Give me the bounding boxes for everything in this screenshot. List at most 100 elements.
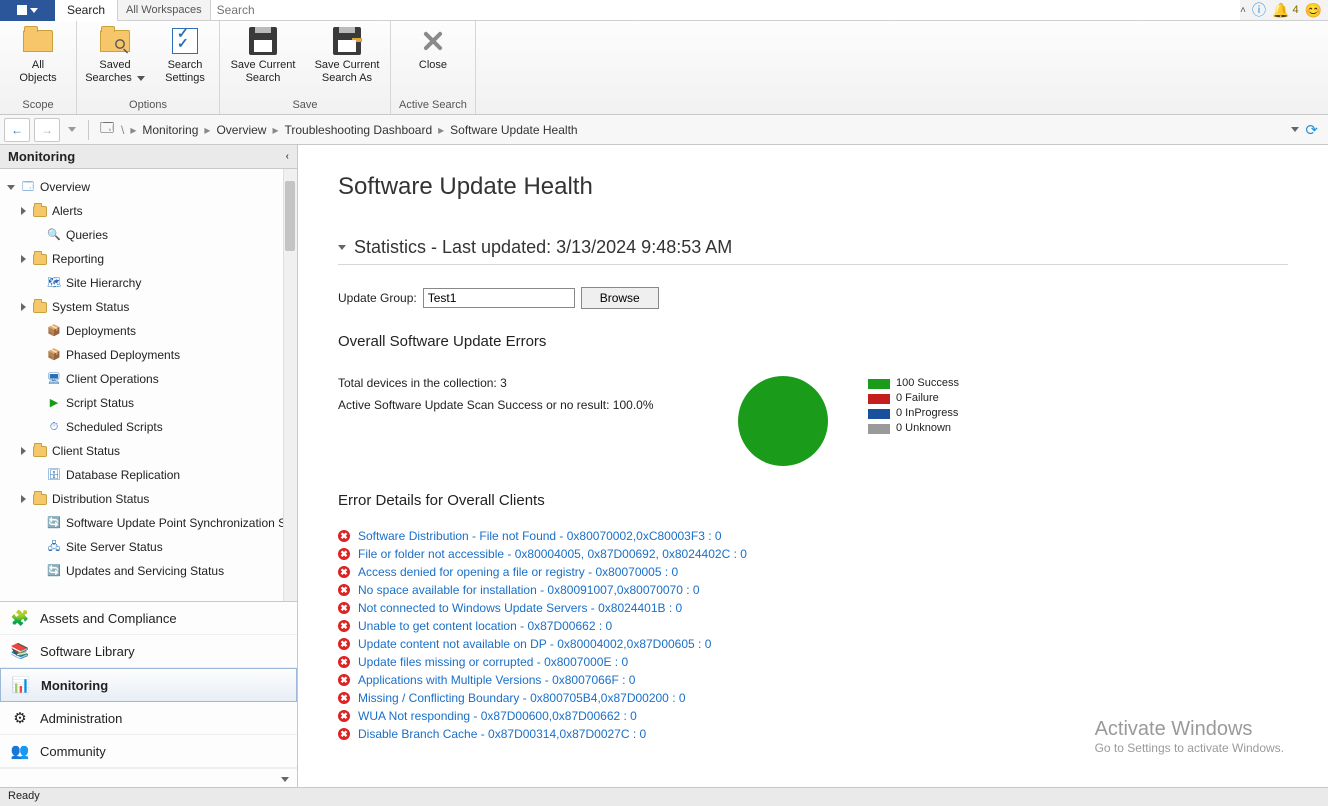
legend-swatch-failure [868,394,890,404]
tree-distribution-status[interactable]: Distribution Status [6,487,297,511]
tree-phased-deployments[interactable]: ▸📦Phased Deployments [6,343,297,367]
tree-alerts[interactable]: Alerts [6,199,297,223]
error-link[interactable]: Update content not available on DP - 0x8… [358,635,711,653]
history-dropdown[interactable] [68,127,76,132]
error-icon: ✖ [338,548,350,560]
saved-searches-button[interactable]: Saved Searches [85,25,145,85]
legend-swatch-unknown [868,424,890,434]
error-icon: ✖ [338,602,350,614]
nav-tree: 🗔Overview Alerts ▸🔍Queries Reporting ▸🗺S… [0,169,297,589]
app-icon [17,5,27,15]
app-menu-button[interactable] [0,0,55,21]
home-icon[interactable]: 🗔 [97,120,117,140]
ribbon-group-active-search: Close Active Search [391,21,476,114]
ribbon-group-label: Active Search [399,96,467,114]
workspace-community[interactable]: 👥Community [0,735,297,768]
pie-chart [738,376,828,466]
error-link[interactable]: Not connected to Windows Update Servers … [358,599,682,617]
sidebar: Monitoring ‹ 🗔Overview Alerts ▸🔍Queries … [0,145,298,787]
error-icon: ✖ [338,620,350,632]
forward-button[interactable]: → [34,118,60,142]
search-settings-button[interactable]: Search Settings [159,25,211,85]
update-group-input[interactable] [423,288,575,308]
breadcrumb-seg[interactable]: Software Update Health [450,123,577,137]
help-icon[interactable]: ⓘ [1252,0,1266,20]
tree-overview[interactable]: 🗔Overview [6,175,297,199]
error-link[interactable]: Access denied for opening a file or regi… [358,563,678,581]
error-link[interactable]: Update files missing or corrupted - 0x80… [358,653,628,671]
body: Monitoring ‹ 🗔Overview Alerts ▸🔍Queries … [0,145,1328,787]
scrollbar[interactable] [283,169,297,601]
error-icon: ✖ [338,674,350,686]
collapse-sidebar-button[interactable]: ‹ [286,151,289,162]
error-link[interactable]: WUA Not responding - 0x87D00600,0x87D006… [358,707,637,725]
total-devices-text: Total devices in the collection: 3 [338,376,698,390]
workspace-software-library[interactable]: 📚Software Library [0,635,297,668]
workspace-assets[interactable]: 🧩Assets and Compliance [0,602,297,635]
page-title: Software Update Health [338,173,1288,201]
workspace-switcher: 🧩Assets and Compliance 📚Software Library… [0,601,297,787]
breadcrumb-seg[interactable]: Overview [216,123,266,137]
error-link[interactable]: Applications with Multiple Versions - 0x… [358,671,635,689]
workspace-scope-label[interactable]: All Workspaces [118,0,211,21]
error-link[interactable]: Missing / Conflicting Boundary - 0x80070… [358,689,686,707]
tree-client-status[interactable]: Client Status [6,439,297,463]
all-objects-button[interactable]: All Objects [8,25,68,85]
global-search-input[interactable] [211,0,1241,20]
ribbon-label: Save Current Search [231,59,296,85]
tree-sup-sync[interactable]: ▸🔄Software Update Point Synchronization … [6,511,297,535]
error-link[interactable]: Software Distribution - File not Found -… [358,527,722,545]
workspace-overflow[interactable] [281,777,289,782]
error-link[interactable]: Disable Branch Cache - 0x87D00314,0x87D0… [358,725,646,743]
save-current-search-button[interactable]: Save Current Search [228,25,298,85]
tree-client-operations[interactable]: ▸🖥Client Operations [6,367,297,391]
scrollbar-thumb[interactable] [285,181,295,251]
error-row: ✖Software Distribution - File not Found … [338,527,1288,545]
error-link[interactable]: File or folder not accessible - 0x800040… [358,545,747,563]
tree-deployments[interactable]: ▸📦Deployments [6,319,297,343]
ribbon-label: All Objects [19,59,56,85]
breadcrumb-seg[interactable]: Troubleshooting Dashboard [284,123,432,137]
error-row: ✖Missing / Conflicting Boundary - 0x8007… [338,689,1288,707]
tree-updates-servicing[interactable]: ▸🔄Updates and Servicing Status [6,559,297,583]
error-details-title: Error Details for Overall Clients [338,492,1288,509]
tree-scheduled-scripts[interactable]: ▸⏱Scheduled Scripts [6,415,297,439]
error-row: ✖ Unable to get content location - 0x87D0… [338,617,1288,635]
notification-count: 4 [1292,4,1298,16]
workspace-administration[interactable]: ⚙Administration [0,702,297,735]
ribbon-group-label: Scope [22,96,53,114]
ribbon-label: Search Settings [165,59,205,85]
error-icon: ✖ [338,638,350,650]
error-row: ✖ Update files missing or corrupted - 0x8… [338,653,1288,671]
error-list: ✖ Software Distribution - File not Found … [338,527,1288,743]
feedback-icon[interactable]: 😊 [1305,2,1322,19]
error-link[interactable]: No space available for installation - 0x… [358,581,700,599]
tree-database-replication[interactable]: ▸🗄Database Replication [6,463,297,487]
tree-script-status[interactable]: ▸▶Script Status [6,391,297,415]
error-link[interactable]: Unable to get content location - 0x87D00… [358,617,612,635]
sidebar-title: Monitoring ‹ [0,145,297,169]
close-search-button[interactable]: Close [403,25,463,72]
bell-icon[interactable]: 🔔 [1272,2,1289,19]
tree-reporting[interactable]: Reporting [6,247,297,271]
ribbon-group-label: Options [129,96,167,114]
tree-system-status[interactable]: System Status [6,295,297,319]
overall-errors-title: Overall Software Update Errors [338,333,1288,350]
tab-search[interactable]: Search [55,0,118,21]
breadcrumb-seg[interactable]: Monitoring [142,123,198,137]
update-group-row: Update Group: Browse [338,287,1288,309]
chevron-up-icon[interactable]: ˄ [1240,5,1246,16]
error-row: ✖Access denied for opening a file or reg… [338,563,1288,581]
back-button[interactable]: ← [4,118,30,142]
error-icon: ✖ [338,656,350,668]
refresh-icon[interactable]: ⟳ [1305,121,1318,139]
browse-button[interactable]: Browse [581,287,659,309]
breadcrumb-dropdown[interactable] [1291,127,1299,132]
stats-header[interactable]: Statistics - Last updated: 3/13/2024 9:4… [338,237,1288,265]
tree-site-server-status[interactable]: ▸🖧Site Server Status [6,535,297,559]
workspace-monitoring[interactable]: 📊Monitoring [0,668,297,702]
error-row: ✖ Applications with Multiple Versions - 0… [338,671,1288,689]
tree-queries[interactable]: ▸🔍Queries [6,223,297,247]
tree-site-hierarchy[interactable]: ▸🗺Site Hierarchy [6,271,297,295]
save-current-search-as-button[interactable]: Save Current Search As [312,25,382,85]
